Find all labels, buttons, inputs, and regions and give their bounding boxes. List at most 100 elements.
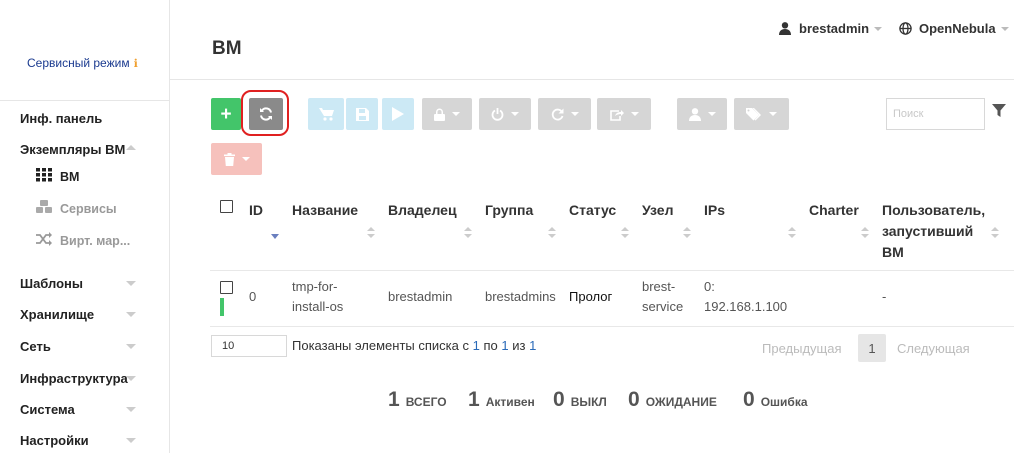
play-button[interactable]: [382, 98, 414, 130]
sidebar-item-infrastructure[interactable]: Инфраструктура: [20, 371, 136, 386]
column-header-ips[interactable]: IPs: [704, 200, 725, 221]
sort-icon[interactable]: [548, 227, 556, 239]
sidebar-item-label: Сеть: [20, 339, 51, 354]
sidebar-item-vm-instances[interactable]: Экземпляры ВМ: [20, 142, 136, 157]
column-header-group[interactable]: Группа: [485, 200, 533, 221]
cell-group: brestadmins: [485, 289, 556, 304]
pagination-previous[interactable]: Предыдущая: [762, 341, 842, 356]
sidebar-item-storage[interactable]: Хранилище: [20, 307, 136, 322]
page-title: ВМ: [212, 38, 242, 59]
sidebar-item-label: Шаблоны: [20, 276, 83, 291]
delete-dropdown-button[interactable]: [211, 143, 262, 175]
sidebar-item-system[interactable]: Система: [20, 402, 136, 417]
power-icon: [491, 107, 504, 121]
chevron-down-icon: [570, 112, 579, 116]
column-header-status[interactable]: Статус: [569, 200, 616, 221]
save-icon: [355, 107, 369, 121]
sort-icon[interactable]: [464, 227, 472, 239]
refresh-highlight: [241, 90, 289, 136]
summary-off: 0 ВЫКЛ: [553, 388, 607, 411]
row-checkbox[interactable]: [220, 281, 233, 294]
column-header-host[interactable]: Узел: [642, 200, 673, 221]
table-header-divider: [210, 270, 1014, 271]
reboot-icon: [551, 108, 564, 121]
sort-desc-icon[interactable]: [271, 234, 279, 239]
column-header-id[interactable]: ID: [249, 200, 263, 221]
sidebar-item-label: Вирт. мар...: [60, 233, 131, 248]
chevron-down-icon: [126, 407, 136, 412]
trash-icon: [223, 152, 235, 166]
sort-icon[interactable]: [861, 227, 869, 239]
sort-icon[interactable]: [788, 227, 796, 239]
create-button[interactable]: +: [211, 98, 241, 130]
chevron-down-icon: [707, 112, 716, 116]
table-row-divider: [210, 326, 1014, 327]
sort-icon[interactable]: [367, 227, 375, 239]
column-header-charter[interactable]: Charter: [809, 200, 859, 221]
sidebar-item-vms[interactable]: ВМ: [35, 168, 79, 185]
zone-menu[interactable]: OpenNebula: [899, 21, 1009, 36]
lock-dropdown-button[interactable]: [422, 98, 472, 130]
summary-total: 1 ВСЕГО: [388, 388, 447, 411]
chevron-down-icon: [452, 112, 460, 116]
chevron-down-icon: [874, 26, 883, 31]
sidebar-item-templates[interactable]: Шаблоны: [20, 276, 136, 291]
header: ВМ brestadmin OpenNebula: [170, 0, 1014, 80]
sidebar-item-label: Хранилище: [20, 307, 95, 322]
chevron-down-icon: [630, 112, 639, 116]
page-size-select[interactable]: 10: [211, 335, 287, 357]
sidebar-item-label: Система: [20, 402, 75, 417]
sidebar-divider: [0, 100, 169, 101]
sidebar-item-label: Сервисы: [60, 201, 117, 216]
play-icon: [392, 107, 404, 121]
sidebar-item-settings[interactable]: Настройки: [20, 433, 136, 448]
save-button[interactable]: [346, 98, 378, 130]
sort-icon[interactable]: [621, 227, 629, 239]
sidebar: Сервисный режим ℹ Инф. панель Экземпляры …: [0, 0, 170, 453]
pagination-current-page[interactable]: 1: [858, 334, 886, 362]
summary-active: 1 Активен: [468, 388, 535, 411]
cubes-icon: [35, 200, 53, 217]
export-icon: [609, 108, 624, 121]
chevron-up-icon: [126, 145, 136, 150]
sidebar-item-network[interactable]: Сеть: [20, 339, 136, 354]
sidebar-item-label: Экземпляры ВМ: [20, 142, 126, 157]
summary-error: 0 Ошибка: [743, 388, 808, 411]
chevron-down-icon: [126, 376, 136, 381]
chevron-down-icon: [511, 112, 519, 116]
chevron-down-icon: [126, 312, 136, 317]
cell-started-by: -: [882, 289, 887, 304]
user-menu[interactable]: brestadmin: [779, 21, 883, 36]
summary-pending: 0 ОЖИДАНИЕ: [628, 388, 717, 411]
plus-icon: +: [220, 103, 232, 125]
sidebar-item-virtual-routers[interactable]: Вирт. мар...: [35, 232, 130, 249]
search-input[interactable]: [886, 98, 985, 130]
column-header-owner[interactable]: Владелец: [388, 200, 457, 221]
export-dropdown-button[interactable]: [597, 98, 651, 130]
tags-icon: [746, 107, 762, 121]
status-indicator: [220, 298, 224, 316]
column-header-started-by[interactable]: Пользователь, запустивший ВМ: [882, 200, 985, 263]
select-all-checkbox[interactable]: [220, 200, 233, 213]
sidebar-item-dashboard[interactable]: Инф. панель: [20, 111, 102, 126]
column-header-name[interactable]: Название: [292, 200, 358, 221]
sort-icon[interactable]: [683, 227, 691, 239]
pagination-next[interactable]: Следующая: [897, 341, 970, 356]
pagination-info: Показаны элементы списка с 1 по 1 из 1: [292, 338, 537, 353]
cell-host: brest- service: [642, 279, 684, 314]
info-icon: ℹ: [133, 58, 138, 70]
labels-dropdown-button[interactable]: [734, 98, 789, 130]
change-owner-dropdown-button[interactable]: [677, 98, 727, 130]
sidebar-item-services[interactable]: Сервисы: [35, 200, 117, 217]
sidebar-item-label: Настройки: [20, 433, 89, 448]
chevron-down-icon: [1000, 26, 1009, 31]
service-mode-label[interactable]: Сервисный режим ℹ: [27, 56, 138, 70]
chevron-down-icon: [126, 438, 136, 443]
sort-icon[interactable]: [991, 227, 999, 239]
marketplace-button[interactable]: [308, 98, 344, 130]
user-name: brestadmin: [799, 21, 870, 36]
cell-ips: 0: 192.168.1.100: [704, 279, 788, 314]
filter-icon[interactable]: [992, 104, 1006, 123]
power-dropdown-button[interactable]: [479, 98, 531, 130]
reboot-dropdown-button[interactable]: [538, 98, 591, 130]
